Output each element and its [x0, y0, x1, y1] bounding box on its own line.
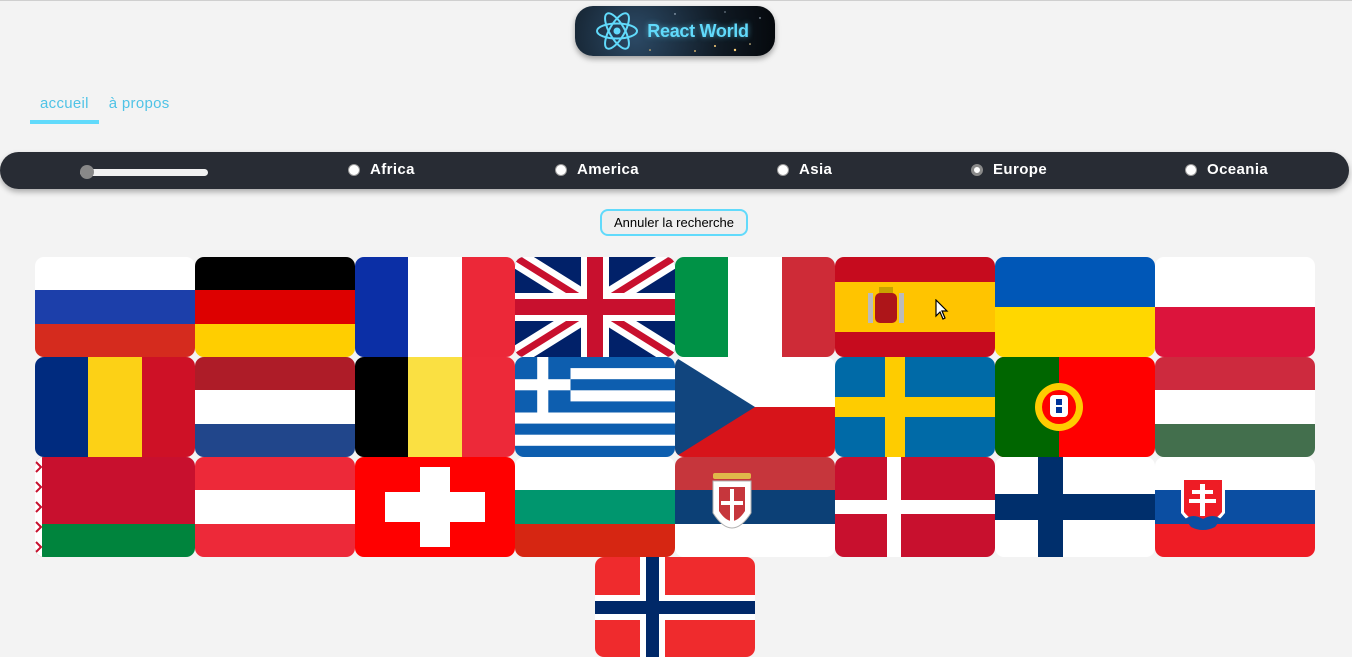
nav-link-a-propos[interactable]: à propos	[99, 91, 180, 124]
belarus-flag-image	[35, 457, 195, 557]
radio-asia[interactable]	[777, 163, 789, 176]
results-range-slider[interactable]	[80, 165, 208, 179]
russia-flag-image	[35, 257, 195, 357]
radio-america[interactable]	[555, 163, 567, 176]
radio-europe[interactable]	[971, 163, 983, 176]
sweden-flag[interactable]	[835, 357, 995, 457]
serbia-flag-image	[675, 457, 835, 557]
slovakia-flag-image	[1155, 457, 1315, 557]
serbia-flag[interactable]	[675, 457, 835, 557]
czechia-flag-image	[675, 357, 835, 457]
region-label: Europe	[993, 161, 1048, 178]
range-slider-thumb[interactable]	[80, 165, 94, 179]
nav-link-accueil[interactable]: accueil	[30, 91, 99, 124]
france-flag-image	[355, 257, 515, 357]
hungary-flag[interactable]	[1155, 357, 1315, 457]
denmark-flag-image	[835, 457, 995, 557]
poland-flag-image	[1155, 257, 1315, 357]
main-nav: accueil à propos	[30, 91, 180, 124]
cancel-search-button[interactable]: Annuler la recherche	[600, 209, 748, 236]
region-label: America	[577, 161, 640, 178]
belarus-flag[interactable]	[35, 457, 195, 557]
united-kingdom-flag-image	[515, 257, 675, 357]
filter-bar: Africa America Asia Europe Oceania	[0, 152, 1349, 189]
austria-flag-image	[195, 457, 355, 557]
switzerland-flag[interactable]	[355, 457, 515, 557]
russia-flag[interactable]	[35, 257, 195, 357]
radio-oceania[interactable]	[1185, 163, 1197, 176]
region-label: Asia	[799, 161, 833, 178]
ukraine-flag-image	[995, 257, 1155, 357]
bulgaria-flag-image	[515, 457, 675, 557]
region-option-america[interactable]: America	[555, 161, 639, 178]
slovakia-flag[interactable]	[1155, 457, 1315, 557]
norway-flag[interactable]	[595, 557, 755, 657]
spain-flag-image	[835, 257, 995, 357]
netherlands-flag[interactable]	[195, 357, 355, 457]
react-atom-icon	[596, 12, 638, 50]
italy-flag-image	[675, 257, 835, 357]
netherlands-flag-image	[195, 357, 355, 457]
switzerland-flag-image	[355, 457, 515, 557]
norway-flag-image	[595, 557, 755, 657]
poland-flag[interactable]	[1155, 257, 1315, 357]
france-flag[interactable]	[355, 257, 515, 357]
logo-title: React World	[647, 20, 749, 41]
greece-flag[interactable]	[515, 357, 675, 457]
ukraine-flag[interactable]	[995, 257, 1155, 357]
spain-flag[interactable]	[835, 257, 995, 357]
region-option-europe[interactable]: Europe	[971, 161, 1047, 178]
romania-flag-image	[35, 357, 195, 457]
greece-flag-image	[515, 357, 675, 457]
radio-africa[interactable]	[348, 163, 360, 176]
austria-flag[interactable]	[195, 457, 355, 557]
region-option-africa[interactable]: Africa	[348, 161, 415, 178]
belgium-flag-image	[355, 357, 515, 457]
portugal-flag-image	[995, 357, 1155, 457]
italy-flag[interactable]	[675, 257, 835, 357]
finland-flag-image	[995, 457, 1155, 557]
region-label: Oceania	[1207, 161, 1269, 178]
region-label: Africa	[370, 161, 415, 178]
finland-flag[interactable]	[995, 457, 1155, 557]
react-world-logo[interactable]: React World	[575, 6, 775, 56]
germany-flag-image	[195, 257, 355, 357]
portugal-flag[interactable]	[995, 357, 1155, 457]
hungary-flag-image	[1155, 357, 1315, 457]
romania-flag[interactable]	[35, 357, 195, 457]
germany-flag[interactable]	[195, 257, 355, 357]
belgium-flag[interactable]	[355, 357, 515, 457]
region-option-oceania[interactable]: Oceania	[1185, 161, 1268, 178]
bulgaria-flag[interactable]	[515, 457, 675, 557]
czechia-flag[interactable]	[675, 357, 835, 457]
sweden-flag-image	[835, 357, 995, 457]
united-kingdom-flag[interactable]	[515, 257, 675, 357]
region-option-asia[interactable]: Asia	[777, 161, 832, 178]
denmark-flag[interactable]	[835, 457, 995, 557]
